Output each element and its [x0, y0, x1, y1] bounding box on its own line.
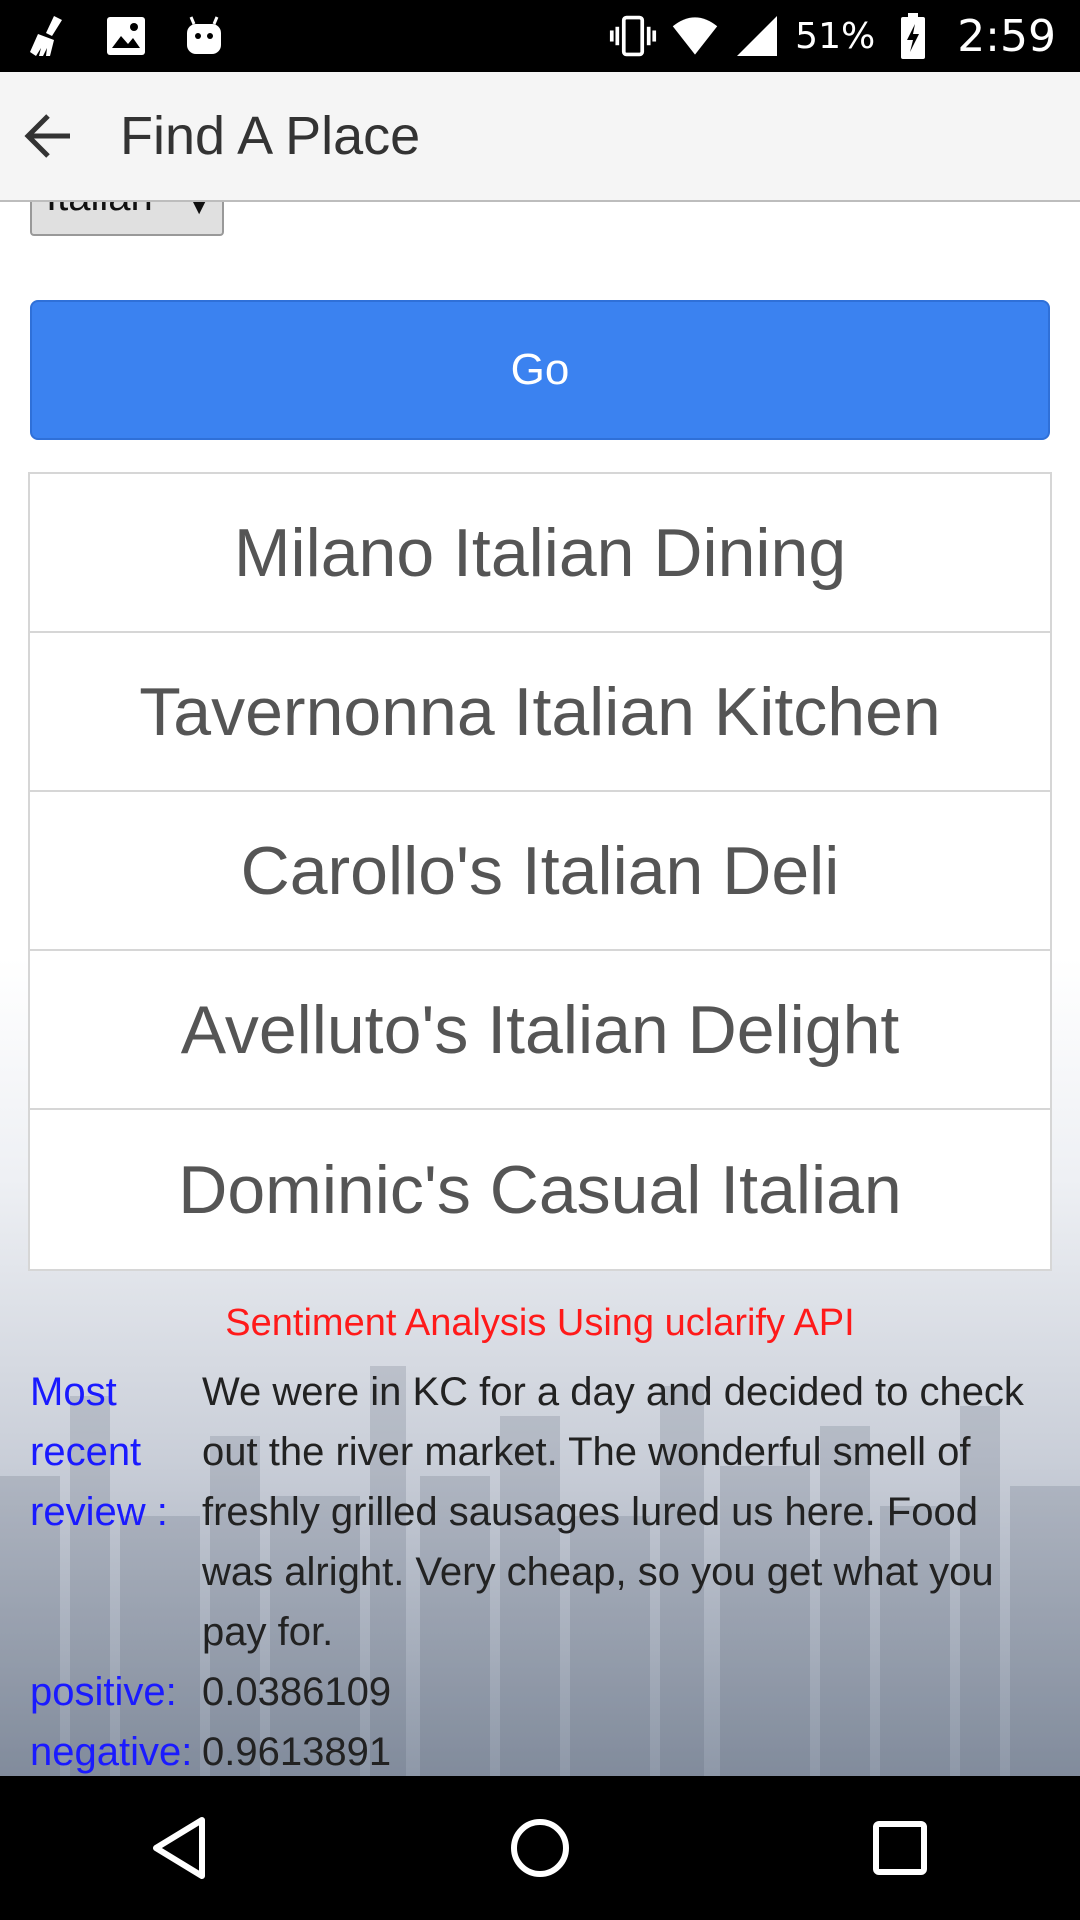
result-item[interactable]: Carollo's Italian Deli [30, 792, 1050, 951]
app-bar: Find A Place [0, 72, 1080, 202]
battery-percent: 51% [795, 15, 876, 57]
positive-value: 0.0386109 [202, 1670, 392, 1714]
negative-label: negative: [30, 1730, 193, 1774]
battery-charging-icon [889, 12, 937, 60]
wifi-icon [671, 12, 719, 60]
system-nav-bar [0, 1776, 1080, 1920]
review-label: Most recent review : [30, 1370, 168, 1534]
status-bar: 51% 2:59 [0, 0, 1080, 72]
main-content: Italian ▼ Go Milano Italian Dining Taver… [0, 202, 1080, 1776]
signal-icon [733, 12, 781, 60]
nav-back-button[interactable] [120, 1788, 240, 1908]
image-icon [102, 12, 150, 60]
positive-label: positive: [30, 1670, 177, 1714]
result-item[interactable]: Avelluto's Italian Delight [30, 951, 1050, 1110]
review-text: We were in KC for a day and decided to c… [202, 1370, 1024, 1654]
broom-icon [24, 12, 72, 60]
circle-home-icon [511, 1819, 569, 1877]
vibrate-icon [609, 12, 657, 60]
back-button[interactable] [0, 88, 96, 184]
results-list: Milano Italian Dining Tavernonna Italian… [28, 472, 1052, 1271]
cuisine-select-value: Italian [46, 202, 153, 220]
sentiment-block: Most recent review : We were in KC for a… [30, 1362, 1060, 1776]
nav-home-button[interactable] [480, 1788, 600, 1908]
result-item[interactable]: Dominic's Casual Italian [30, 1110, 1050, 1269]
result-item[interactable]: Milano Italian Dining [30, 474, 1050, 633]
sentiment-title: Sentiment Analysis Using uclarify API [225, 1302, 855, 1344]
status-time: 2:59 [957, 10, 1056, 62]
triangle-back-icon [153, 1817, 205, 1879]
go-button[interactable]: Go [30, 300, 1050, 440]
dropdown-arrow-icon: ▼ [188, 202, 210, 219]
android-icon [180, 12, 228, 60]
cuisine-select[interactable]: Italian ▼ [30, 202, 224, 236]
nav-recents-button[interactable] [840, 1788, 960, 1908]
negative-value: 0.9613891 [202, 1730, 392, 1774]
review-row: Most recent review : We were in KC for a… [30, 1362, 1060, 1662]
result-item[interactable]: Tavernonna Italian Kitchen [30, 633, 1050, 792]
positive-row: positive: 0.0386109 [30, 1662, 1060, 1722]
arrow-left-icon [24, 114, 70, 158]
negative-row: negative: 0.9613891 [30, 1722, 1060, 1776]
square-recents-icon [873, 1821, 927, 1875]
page-title: Find A Place [120, 106, 421, 166]
